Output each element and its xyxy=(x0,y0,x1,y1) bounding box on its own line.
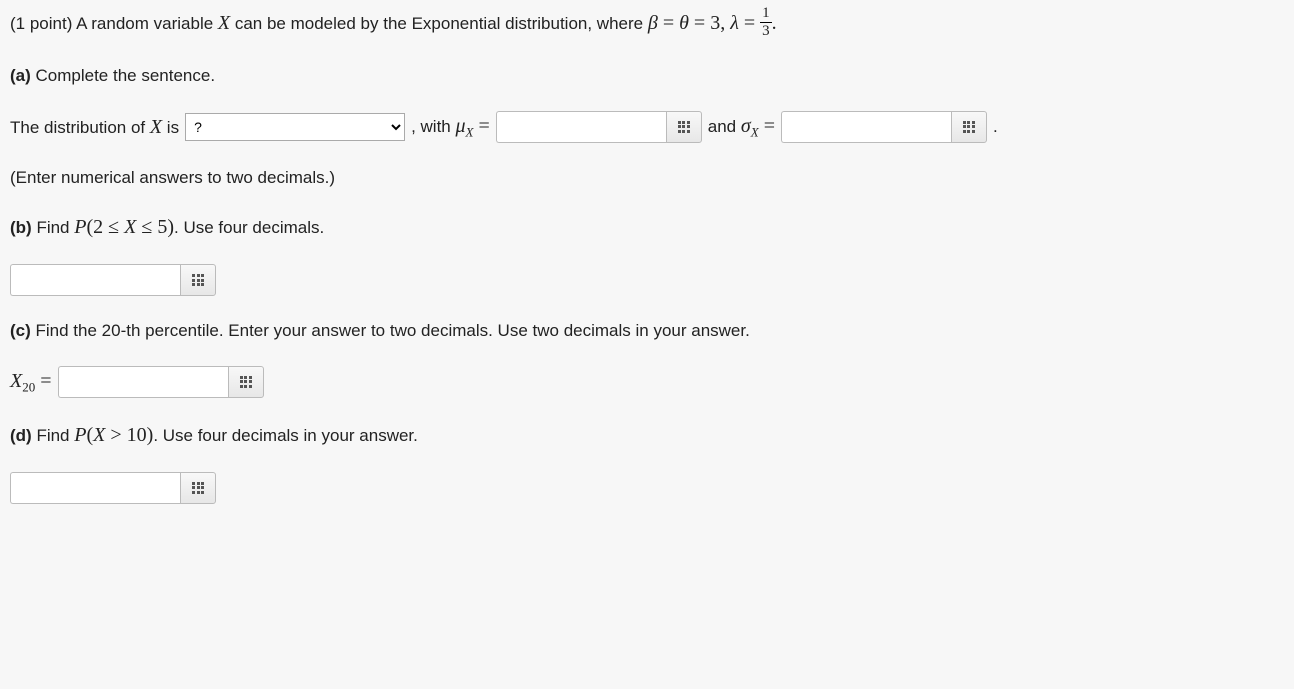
part-b-input[interactable] xyxy=(10,264,180,296)
part-a-sentence: The distribution of X is ? , with μX = a… xyxy=(10,111,1284,143)
part-b-answer xyxy=(10,264,1284,296)
keypad-icon[interactable] xyxy=(666,111,702,143)
part-c-prompt: (c) Find the 20-th percentile. Enter you… xyxy=(10,318,1284,344)
part-c-answer: X20 = xyxy=(10,366,1284,398)
part-d-prompt: (d) Find P(X > 10). Use four decimals in… xyxy=(10,420,1284,450)
part-a-prompt: (a) Complete the sentence. xyxy=(10,63,1284,89)
part-d-answer xyxy=(10,472,1284,504)
part-b-prompt: (b) Find P(2 ≤ X ≤ 5). Use four decimals… xyxy=(10,212,1284,242)
part-c-input[interactable] xyxy=(58,366,228,398)
distribution-select[interactable]: ? xyxy=(185,113,405,141)
mu-input[interactable] xyxy=(496,111,666,143)
keypad-icon[interactable] xyxy=(180,264,216,296)
fraction-one-third: 13 xyxy=(760,6,772,39)
keypad-icon[interactable] xyxy=(228,366,264,398)
question-intro: (1 point) A random variable X can be mod… xyxy=(10,8,1284,41)
sigma-input[interactable] xyxy=(781,111,951,143)
part-d-input[interactable] xyxy=(10,472,180,504)
intro-text: (1 point) A random variable X can be mod… xyxy=(10,8,777,41)
keypad-icon[interactable] xyxy=(951,111,987,143)
keypad-icon[interactable] xyxy=(180,472,216,504)
part-a-hint: (Enter numerical answers to two decimals… xyxy=(10,165,1284,191)
